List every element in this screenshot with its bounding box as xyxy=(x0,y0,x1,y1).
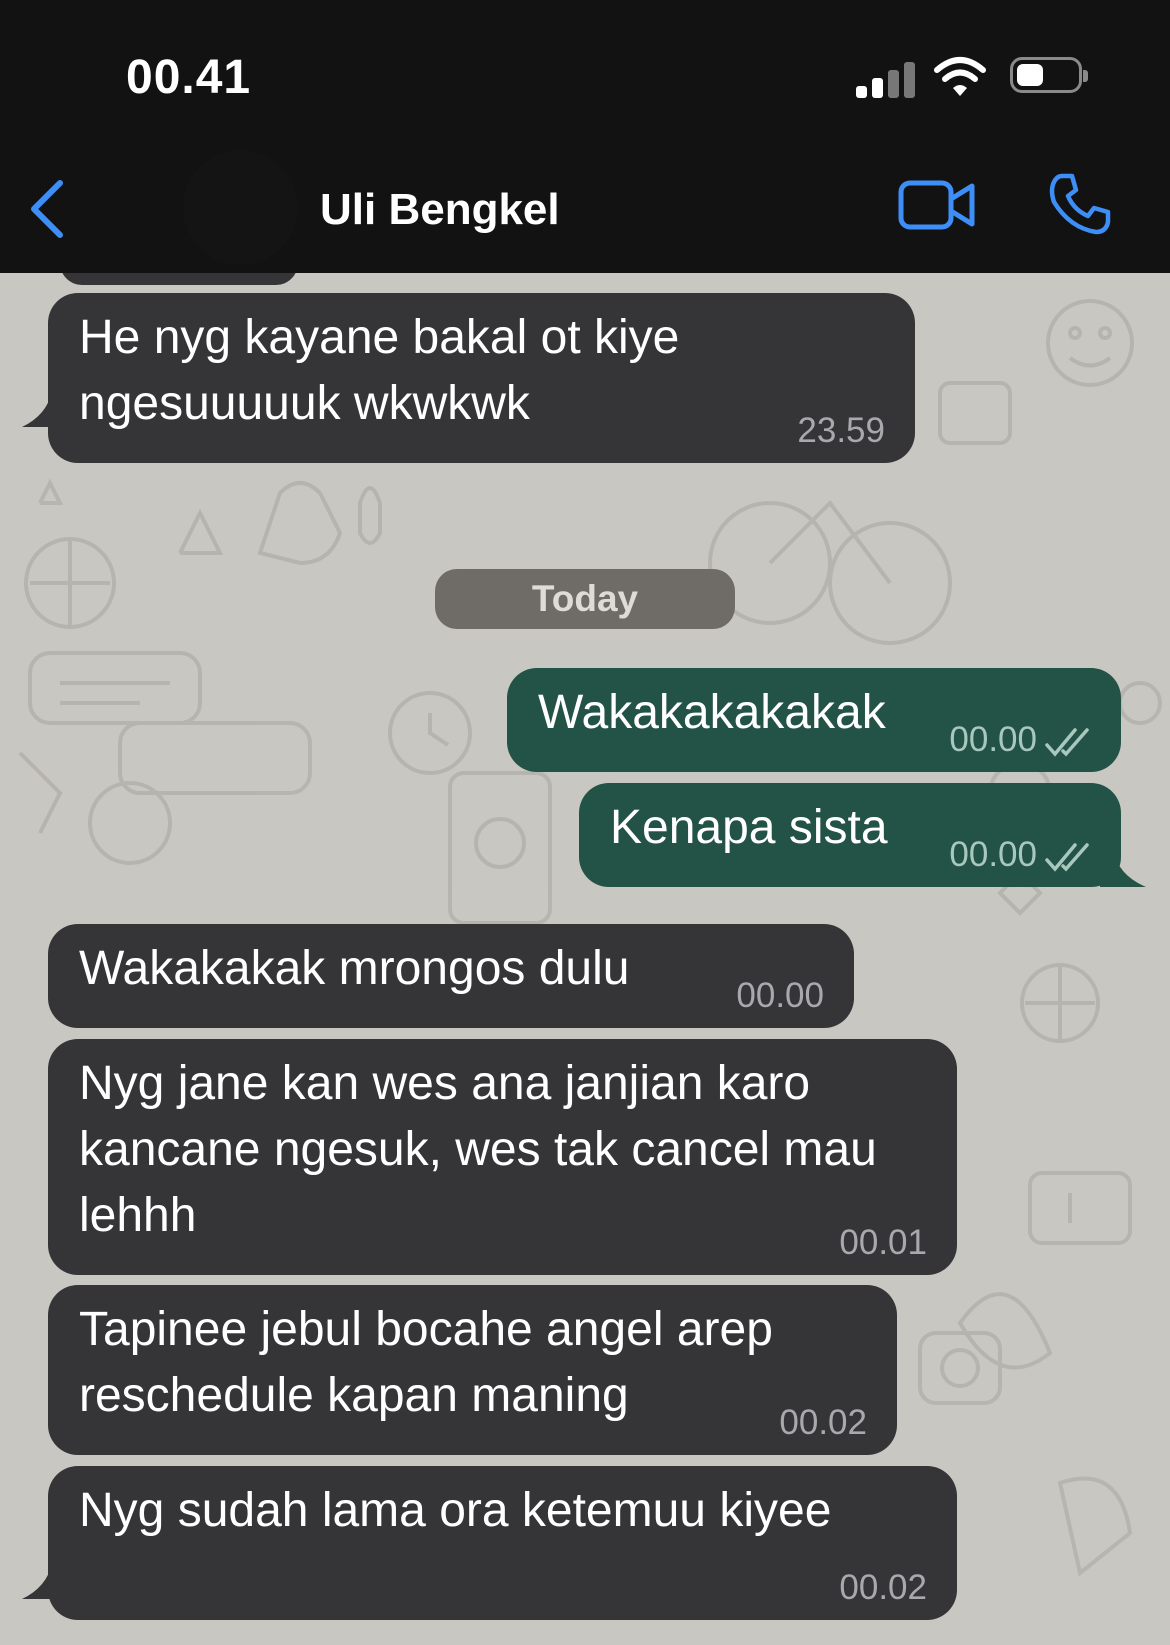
message-meta: 00.00 xyxy=(949,720,1091,760)
signal-icon xyxy=(856,58,916,98)
status-bar: 00.41 xyxy=(0,0,1170,155)
message-time: 23.59 xyxy=(797,411,885,450)
video-call-icon[interactable] xyxy=(898,177,976,233)
back-chevron-icon[interactable] xyxy=(26,178,66,240)
message-text: Nyg jane kan wes ana janjian karo kancan… xyxy=(79,1057,877,1242)
previous-message-edge xyxy=(60,273,298,285)
message-incoming[interactable]: Tapinee jebul bocahe angel arep reschedu… xyxy=(48,1285,897,1455)
message-incoming[interactable]: Nyg sudah lama ora ketemuu kiyee 00.02 xyxy=(48,1466,957,1620)
message-outgoing[interactable]: Wakakakakakak 00.00 xyxy=(507,668,1121,772)
chat-area[interactable]: He nyg kayane bakal ot kiye ngesuuuuuk w… xyxy=(0,273,1170,1645)
message-time: 00.00 xyxy=(949,720,1037,759)
message-text: Wakakakak mrongos dulu xyxy=(79,942,630,995)
message-time: 00.00 xyxy=(949,835,1037,874)
date-divider: Today xyxy=(435,569,735,629)
message-incoming[interactable]: He nyg kayane bakal ot kiye ngesuuuuuk w… xyxy=(48,293,915,463)
message-time: 00.02 xyxy=(839,1568,927,1607)
chat-header xyxy=(0,155,1170,273)
bubble-tail xyxy=(1100,851,1146,887)
message-incoming[interactable]: Nyg jane kan wes ana janjian karo kancan… xyxy=(48,1039,957,1275)
message-meta: 00.00 xyxy=(949,835,1091,875)
message-outgoing[interactable]: Kenapa sista 00.00 xyxy=(579,783,1121,887)
message-text: He nyg kayane bakal ot kiye ngesuuuuuk w… xyxy=(79,311,680,430)
wifi-icon xyxy=(934,57,986,96)
message-time: 00.00 xyxy=(736,976,824,1015)
message-time: 00.02 xyxy=(779,1403,867,1442)
message-incoming[interactable]: Wakakakak mrongos dulu 00.00 xyxy=(48,924,854,1028)
status-time: 00.41 xyxy=(126,51,252,104)
double-check-icon xyxy=(1045,843,1089,872)
message-text: Nyg sudah lama ora ketemuu kiyee xyxy=(79,1484,832,1537)
contact-name[interactable]: Uli Bengkel xyxy=(320,185,560,235)
battery-icon xyxy=(1010,57,1088,93)
contact-avatar[interactable] xyxy=(183,150,298,265)
message-text: Tapinee jebul bocahe angel arep reschedu… xyxy=(79,1303,773,1422)
double-check-icon xyxy=(1045,728,1089,757)
phone-icon[interactable] xyxy=(1048,172,1112,236)
message-time: 00.01 xyxy=(839,1223,927,1262)
